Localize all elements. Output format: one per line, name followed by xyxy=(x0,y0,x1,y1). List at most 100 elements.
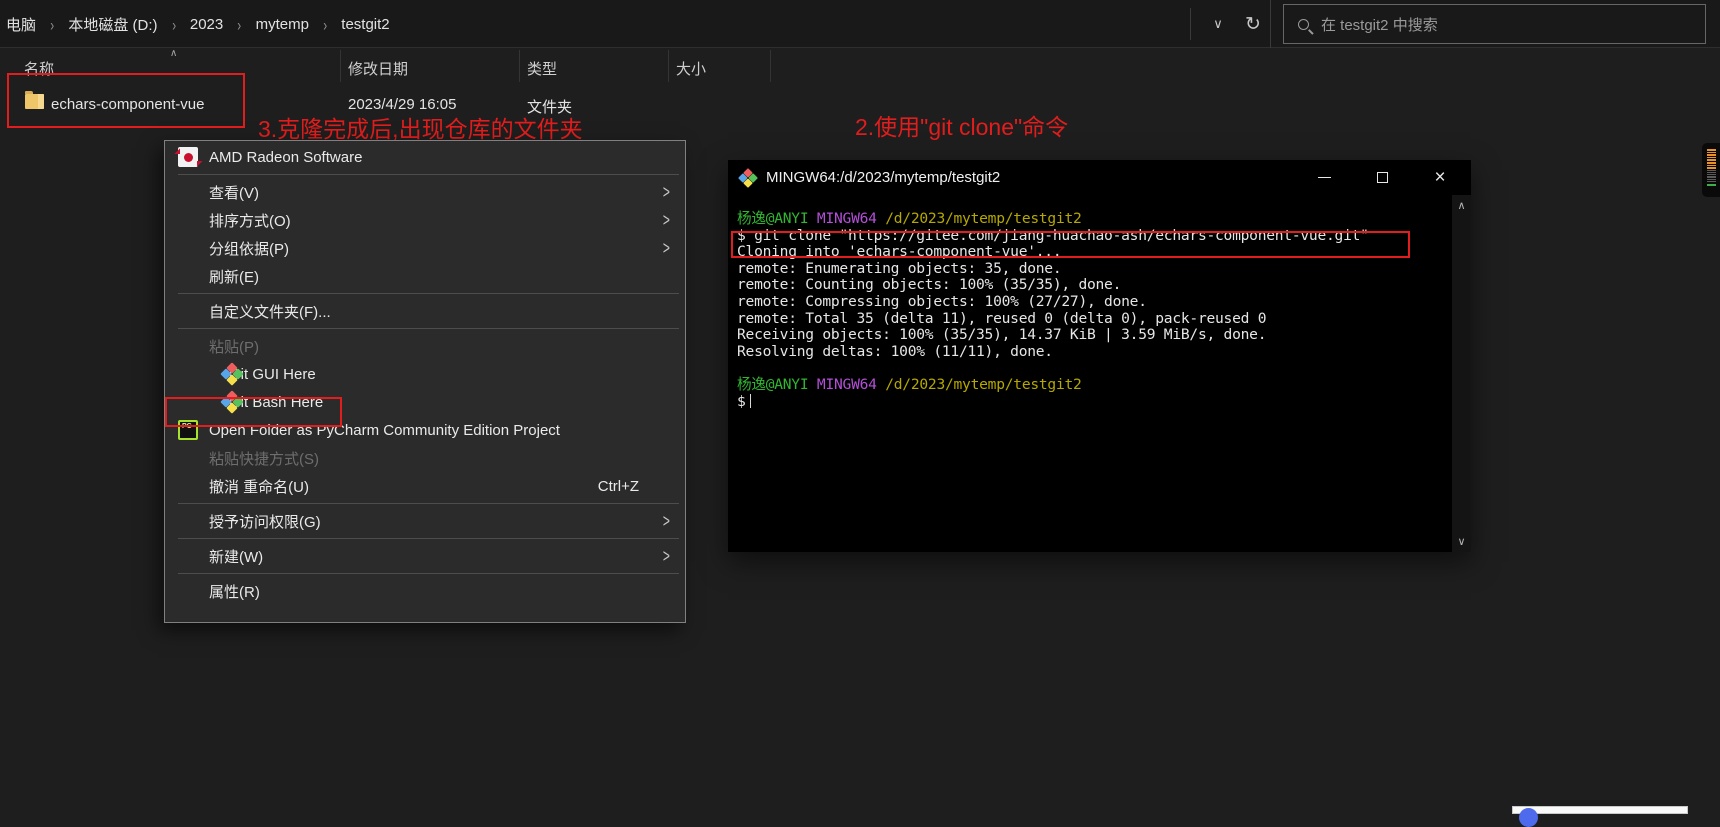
breadcrumb[interactable]: 电脑 › 本地磁盘 (D:) › 2023 › mytemp › testgit2 xyxy=(6,0,390,48)
terminal-output-line: Receiving objects: 100% (35/35), 14.37 K… xyxy=(737,326,1267,344)
menu-item-label: 授予访问权限(G) xyxy=(209,513,321,531)
menu-item-label: 属性(R) xyxy=(209,583,260,601)
prompt-user: 杨逸@ANYI xyxy=(737,375,809,393)
breadcrumb-chevron-icon: › xyxy=(237,14,242,34)
menu-item-label: AMD Radeon Software xyxy=(209,148,363,166)
widget-orange-bar xyxy=(1707,159,1716,161)
git-icon xyxy=(738,167,758,188)
widget-orange-bar xyxy=(1707,167,1716,169)
annotation-box-file-row xyxy=(7,73,245,128)
submenu-arrow-icon: > xyxy=(663,181,671,203)
prompt-host: MINGW64 xyxy=(816,210,877,227)
menu-item-label: 粘贴快捷方式(S) xyxy=(209,450,319,468)
annotation-box-git-clone-command xyxy=(731,231,1410,258)
breadcrumb-chevron-icon: › xyxy=(323,14,328,34)
column-divider[interactable] xyxy=(770,50,771,82)
widget-gray-bar xyxy=(1707,171,1716,174)
menu-item-u[interactable]: 撤消 重命名(U) Ctrl+Z xyxy=(165,472,685,500)
menu-separator xyxy=(178,538,679,539)
submenu-arrow-icon: > xyxy=(663,209,671,231)
breadcrumb-item[interactable]: 本地磁盘 (D:) xyxy=(68,14,157,35)
menu-separator xyxy=(178,328,679,329)
submenu-arrow-icon: > xyxy=(663,545,671,567)
menu-item-label: 自定义文件夹(F)... xyxy=(209,303,331,321)
breadcrumb-item[interactable]: 电脑 xyxy=(6,14,36,35)
terminal-output-line: remote: Enumerating objects: 35, done. xyxy=(737,259,1062,277)
popup-blue-icon xyxy=(1519,808,1538,827)
widget-gray-bar xyxy=(1707,176,1716,178)
terminal-output-line: Resolving deltas: 100% (11/11), done. xyxy=(737,342,1053,360)
search-input[interactable]: 在 testgit2 中搜索 xyxy=(1283,4,1706,44)
prompt-host: MINGW64 xyxy=(816,375,877,393)
terminal-title-bar[interactable]: MINGW64:/d/2023/mytemp/testgit2 × xyxy=(728,160,1471,195)
menu-item-f[interactable]: 自定义文件夹(F)... xyxy=(165,297,685,325)
amd-radeon-icon xyxy=(178,147,198,167)
menu-separator xyxy=(178,503,679,504)
widget-gray-bar xyxy=(1707,180,1716,182)
column-header-type[interactable]: 类型 xyxy=(527,58,557,79)
menu-item-p[interactable]: 分组依据(P) > xyxy=(165,234,685,262)
menu-item-amd-radeon-software[interactable]: AMD Radeon Software xyxy=(165,143,685,171)
prompt-path: /d/2023/mytemp/testgit2 xyxy=(885,210,1082,227)
menu-item-s: 粘贴快捷方式(S) xyxy=(165,444,685,472)
breadcrumb-item[interactable]: 2023 xyxy=(190,16,223,33)
menu-separator xyxy=(178,174,679,175)
widget-orange-bar xyxy=(1707,164,1716,167)
explorer-address-bar: 电脑 › 本地磁盘 (D:) › 2023 › mytemp › testgit2 ∨ ↻ 在 … xyxy=(0,0,1720,48)
menu-item-shortcut: Ctrl+Z xyxy=(597,477,639,495)
divider xyxy=(1270,0,1271,48)
menu-item-w[interactable]: 新建(W) > xyxy=(165,542,685,570)
widget-orange-bar xyxy=(1707,151,1716,154)
annotation-step2: 2.使用"git clone"命令 xyxy=(855,114,1069,140)
annotation-step3: 3.克隆完成后,出现仓库的文件夹 xyxy=(258,116,583,142)
git-icon xyxy=(220,362,244,386)
divider xyxy=(1190,8,1191,40)
prompt-user: 杨逸@ANYI xyxy=(737,210,809,227)
column-divider[interactable] xyxy=(340,50,341,82)
close-button[interactable]: × xyxy=(1417,160,1463,195)
column-divider[interactable] xyxy=(519,50,520,82)
menu-item-v[interactable]: 查看(V) > xyxy=(165,178,685,206)
menu-item-git-gui-here[interactable]: Git GUI Here xyxy=(165,360,685,388)
widget-gray-bar xyxy=(1707,174,1716,176)
menu-item-label: 刷新(E) xyxy=(209,268,259,286)
widget-orange-bar xyxy=(1707,161,1716,164)
menu-separator xyxy=(178,573,679,574)
search-placeholder: 在 testgit2 中搜索 xyxy=(1321,16,1438,34)
search-icon xyxy=(1298,18,1309,30)
scroll-down-icon[interactable]: ∨ xyxy=(1452,535,1471,548)
menu-item-e[interactable]: 刷新(E) xyxy=(165,262,685,290)
minimize-button[interactable] xyxy=(1301,160,1347,195)
menu-item-label: 粘贴(P) xyxy=(209,338,259,356)
menu-item-label: 新建(W) xyxy=(209,548,264,566)
widget-orange-bar xyxy=(1707,154,1716,156)
widget-orange-bar xyxy=(1707,156,1716,159)
column-divider[interactable] xyxy=(668,50,669,82)
chevron-down-icon[interactable]: ∨ xyxy=(1196,0,1240,48)
menu-item-label: 分组依据(P) xyxy=(209,240,289,258)
menu-item-o[interactable]: 排序方式(O) > xyxy=(165,206,685,234)
terminal-scrollbar[interactable]: ∧ ∨ xyxy=(1452,195,1471,552)
widget-gray-bar xyxy=(1707,169,1716,171)
terminal-cursor xyxy=(749,393,752,408)
scroll-up-icon[interactable]: ∧ xyxy=(1452,199,1471,212)
menu-separator xyxy=(178,293,679,294)
breadcrumb-item[interactable]: mytemp xyxy=(256,16,309,33)
breadcrumb-item[interactable]: testgit2 xyxy=(341,16,389,33)
maximize-button[interactable] xyxy=(1359,160,1405,195)
menu-item-label: 撤消 重命名(U) xyxy=(209,478,309,496)
column-header-date[interactable]: 修改日期 xyxy=(348,58,408,79)
menu-item-r[interactable]: 属性(R) xyxy=(165,577,685,605)
prompt-path: /d/2023/mytemp/testgit2 xyxy=(885,375,1082,393)
menu-item-label: 排序方式(O) xyxy=(209,212,291,230)
column-header-size[interactable]: 大小 xyxy=(676,58,706,79)
hardware-monitor-widget xyxy=(1702,143,1720,197)
widget-gray-bar xyxy=(1707,178,1716,180)
sort-ascending-icon: ∧ xyxy=(170,48,178,59)
menu-item-g[interactable]: 授予访问权限(G) > xyxy=(165,507,685,535)
submenu-arrow-icon: > xyxy=(663,510,671,532)
mintty-terminal-window: MINGW64:/d/2023/mytemp/testgit2 × ∧ ∨ 杨逸… xyxy=(728,160,1471,552)
refresh-icon[interactable]: ↻ xyxy=(1238,0,1268,48)
widget-green-bar xyxy=(1707,183,1716,186)
context-menu: AMD Radeon Software 查看(V) > 排序方式(O) > 分组依据(P)… xyxy=(164,140,686,623)
